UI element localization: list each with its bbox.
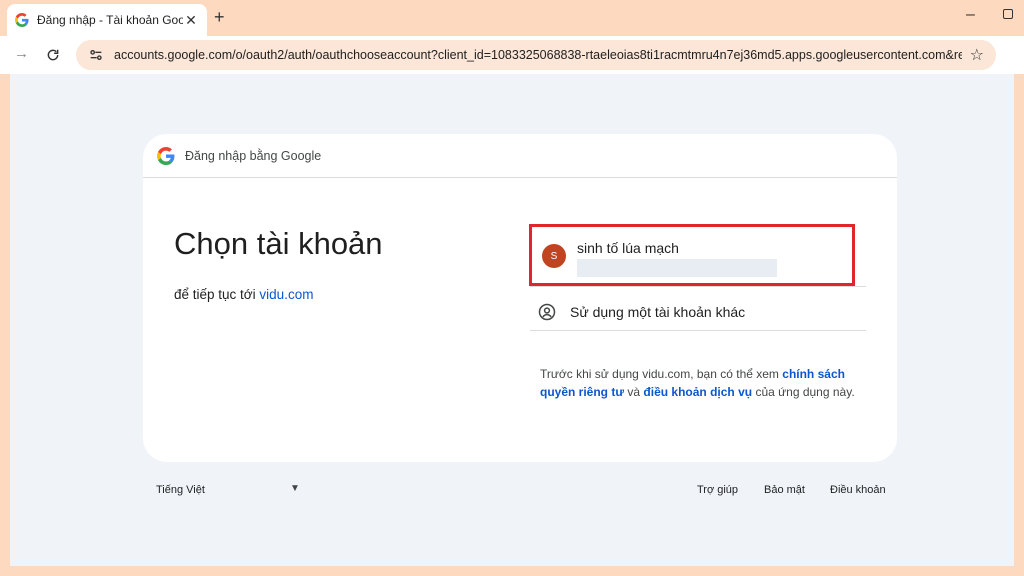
privacy-text: Trước khi sử dụng vidu.com, bạn có thể x… bbox=[540, 367, 779, 381]
use-another-account-button[interactable]: Sử dụng một tài khoản khác bbox=[538, 298, 858, 326]
account-email-redacted bbox=[577, 259, 777, 277]
google-logo-icon bbox=[157, 146, 175, 165]
new-tab-button[interactable]: + bbox=[214, 7, 225, 28]
app-link[interactable]: vidu.com bbox=[259, 287, 313, 302]
tab-strip: Đăng nhập - Tài khoản Google ✕ + – bbox=[0, 0, 1024, 36]
language-selector[interactable]: Tiếng Việt bbox=[156, 484, 205, 496]
url-text[interactable]: accounts.google.com/o/oauth2/auth/oauthc… bbox=[114, 48, 962, 62]
tab-title: Đăng nhập - Tài khoản Google bbox=[37, 13, 183, 27]
privacy-link[interactable]: Bảo mật bbox=[764, 484, 805, 496]
account-item[interactable]: S sinh tố lúa mạch bbox=[529, 224, 855, 286]
page-background: Đăng nhập bằng Google Chọn tài khoản để … bbox=[10, 74, 1014, 566]
close-tab-icon[interactable]: ✕ bbox=[183, 12, 199, 29]
account-circle-icon bbox=[538, 303, 556, 321]
account-name: sinh tố lúa mạch bbox=[577, 240, 679, 256]
signin-card: Đăng nhập bằng Google Chọn tài khoản để … bbox=[143, 134, 897, 462]
continue-prefix: để tiếp tục tới bbox=[174, 287, 256, 302]
minimize-icon[interactable]: – bbox=[966, 6, 975, 24]
caret-down-icon[interactable]: ▼ bbox=[290, 483, 300, 494]
page-title: Chọn tài khoản bbox=[174, 226, 383, 261]
help-link[interactable]: Trợ giúp bbox=[697, 484, 738, 496]
site-settings-icon[interactable] bbox=[88, 47, 104, 63]
star-icon[interactable]: ☆ bbox=[970, 45, 984, 65]
browser-tab[interactable]: Đăng nhập - Tài khoản Google ✕ bbox=[7, 4, 207, 36]
card-header-text: Đăng nhập bằng Google bbox=[185, 148, 322, 163]
address-bar[interactable]: accounts.google.com/o/oauth2/auth/oauthc… bbox=[76, 40, 996, 70]
reload-icon[interactable] bbox=[46, 48, 60, 62]
forward-icon[interactable]: → bbox=[14, 45, 29, 62]
google-favicon-icon bbox=[15, 13, 29, 27]
footer: Tiếng Việt ▼ Trợ giúp Bảo mật Điều khoản bbox=[156, 483, 896, 504]
card-header: Đăng nhập bằng Google bbox=[143, 134, 897, 178]
privacy-notice: Trước khi sử dụng vidu.com, bạn có thể x… bbox=[540, 365, 870, 401]
divider bbox=[530, 286, 866, 287]
browser-toolbar: → accounts.google.com/o/oauth2/auth/oaut… bbox=[0, 36, 1024, 74]
terms-link[interactable]: Điều khoản bbox=[830, 484, 886, 496]
terms-of-service-link[interactable]: điều khoản dịch vụ bbox=[643, 385, 752, 399]
continue-text: để tiếp tục tới vidu.com bbox=[174, 287, 313, 302]
avatar: S bbox=[542, 244, 566, 268]
privacy-text: và bbox=[627, 385, 641, 399]
privacy-text: của ứng dụng này. bbox=[755, 385, 855, 399]
divider bbox=[530, 330, 866, 331]
use-another-account-label: Sử dụng một tài khoản khác bbox=[570, 304, 746, 320]
maximize-icon[interactable] bbox=[1003, 9, 1013, 19]
